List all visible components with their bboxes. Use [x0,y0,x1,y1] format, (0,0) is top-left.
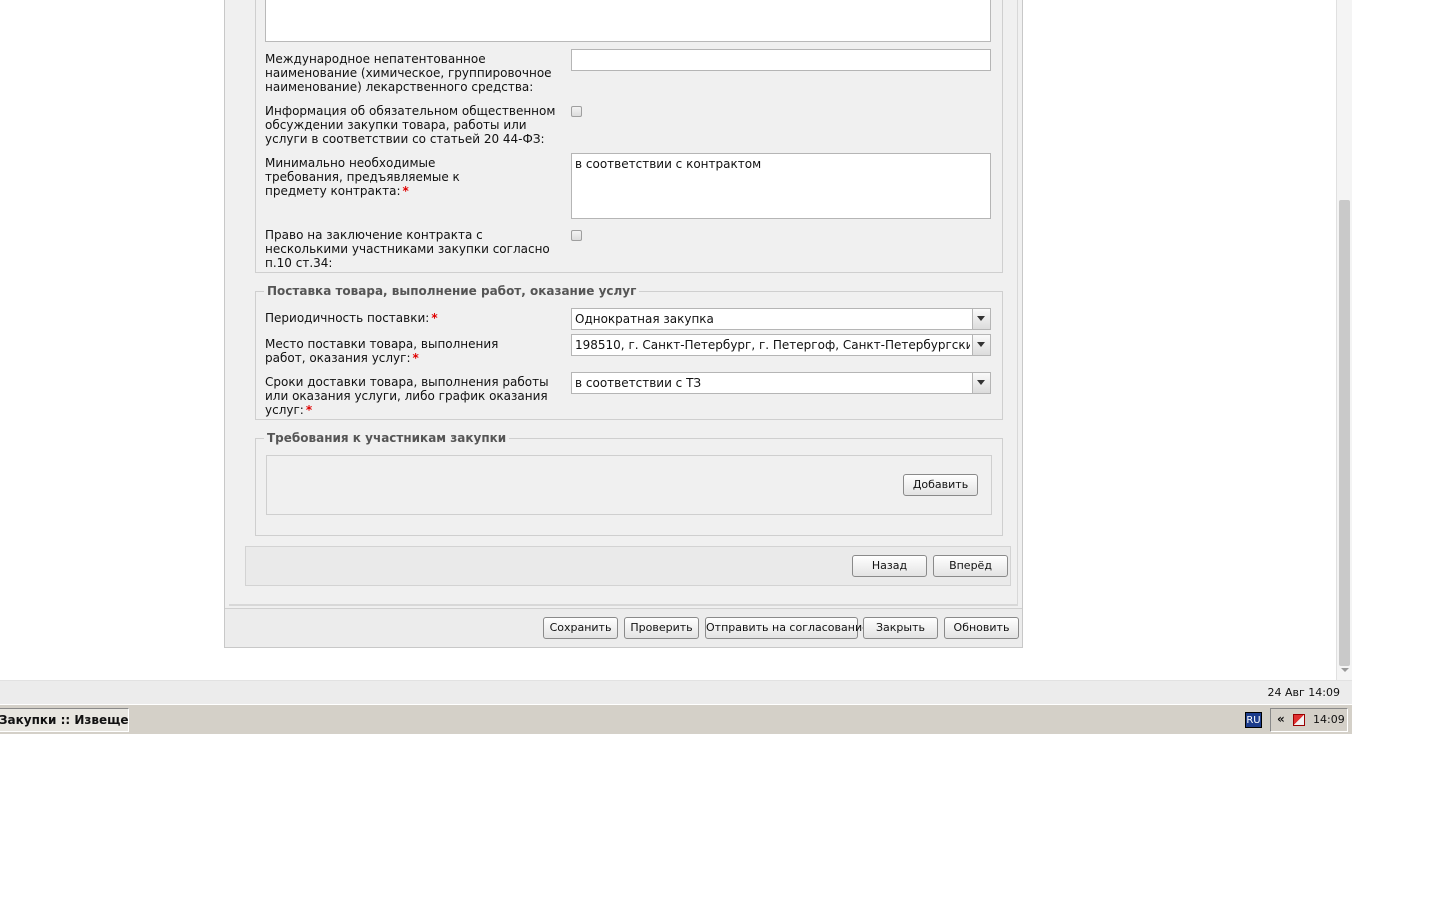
tray-expand-icon[interactable]: « [1277,712,1285,726]
add-participant-requirement-button[interactable]: Добавить [903,474,978,496]
place-value: 198510, г. Санкт-Петербург, г. Петергоф,… [575,338,970,352]
wizard-navigation: Назад Вперёд [245,546,1011,586]
inn-label: Международное непатентованное наименован… [265,52,552,94]
previous-textarea[interactable] [265,0,991,42]
tray-app-icon[interactable] [1293,714,1305,726]
min-requirements-label-text: Минимально необходимые требования, предъ… [265,156,460,198]
language-indicator[interactable]: RU [1245,712,1262,728]
scroll-down-arrow-icon[interactable] [1341,668,1349,672]
min-requirements-label: Минимально необходимые требования, предъ… [265,156,515,198]
terms-label: Сроки доставки товара, выполнения работы… [265,375,555,417]
form-window: Международное непатентованное наименован… [224,0,1023,648]
required-mark: * [431,311,438,325]
required-mark: * [305,403,313,417]
taskbar: Закупки :: Извещени... RU « 14:09 [0,704,1352,734]
participants-list: Добавить [266,455,992,515]
check-button[interactable]: Проверить [624,617,699,639]
required-mark: * [412,351,419,365]
public-discussion-checkbox[interactable] [571,106,582,117]
periodicity-value: Однократная закупка [575,312,714,326]
public-discussion-label: Информация об обязательном общественном … [265,104,556,146]
refresh-button[interactable]: Обновить [944,617,1019,639]
form-panel: Международное непатентованное наименован… [229,0,1018,606]
periodicity-label: Периодичность поставки: * [265,311,565,325]
periodicity-select[interactable]: Однократная закупка [571,308,991,330]
periodicity-label-text: Периодичность поставки: [265,311,430,325]
terms-select[interactable]: в соответствии с ТЗ [571,372,991,394]
save-button[interactable]: Сохранить [543,617,618,639]
inn-input[interactable] [571,49,991,71]
close-button[interactable]: Закрыть [863,617,938,639]
multi-participants-label: Право на заключение контракта с нескольк… [265,228,550,270]
chevron-down-icon[interactable] [972,309,990,329]
send-for-approval-button[interactable]: Отправить на согласование [705,617,869,639]
participants-fieldset: Требования к участникам закупки Добавить [255,431,1003,536]
delivery-title: Поставка товара, выполнение работ, оказа… [264,284,640,298]
place-label-text: Место поставки товара, выполнения работ,… [265,337,499,365]
place-select[interactable]: 198510, г. Санкт-Петербург, г. Петергоф,… [571,334,991,356]
status-strip: 24 Авг 14:09 [0,680,1352,704]
required-mark: * [402,184,409,198]
chevron-down-icon[interactable] [972,373,990,393]
min-requirements-textarea[interactable]: в соответствии с контрактом [571,153,991,219]
status-datetime: 24 Авг 14:09 [1267,686,1340,699]
taskbar-window-button[interactable]: Закупки :: Извещени... [0,708,129,732]
page-scrollbar[interactable] [1336,0,1352,680]
back-button[interactable]: Назад [852,555,927,577]
action-bar: Сохранить Проверить Отправить на согласо… [225,608,1022,647]
place-label: Место поставки товара, выполнения работ,… [265,337,535,365]
scrollbar-thumb[interactable] [1339,200,1350,666]
multi-participants-checkbox[interactable] [571,230,582,241]
tray-clock[interactable]: 14:09 [1313,713,1345,726]
forward-button[interactable]: Вперёд [933,555,1008,577]
terms-value: в соответствии с ТЗ [575,376,702,390]
chevron-down-icon[interactable] [972,335,990,355]
participants-title: Требования к участникам закупки [264,431,510,445]
system-tray: « 14:09 [1270,708,1348,732]
